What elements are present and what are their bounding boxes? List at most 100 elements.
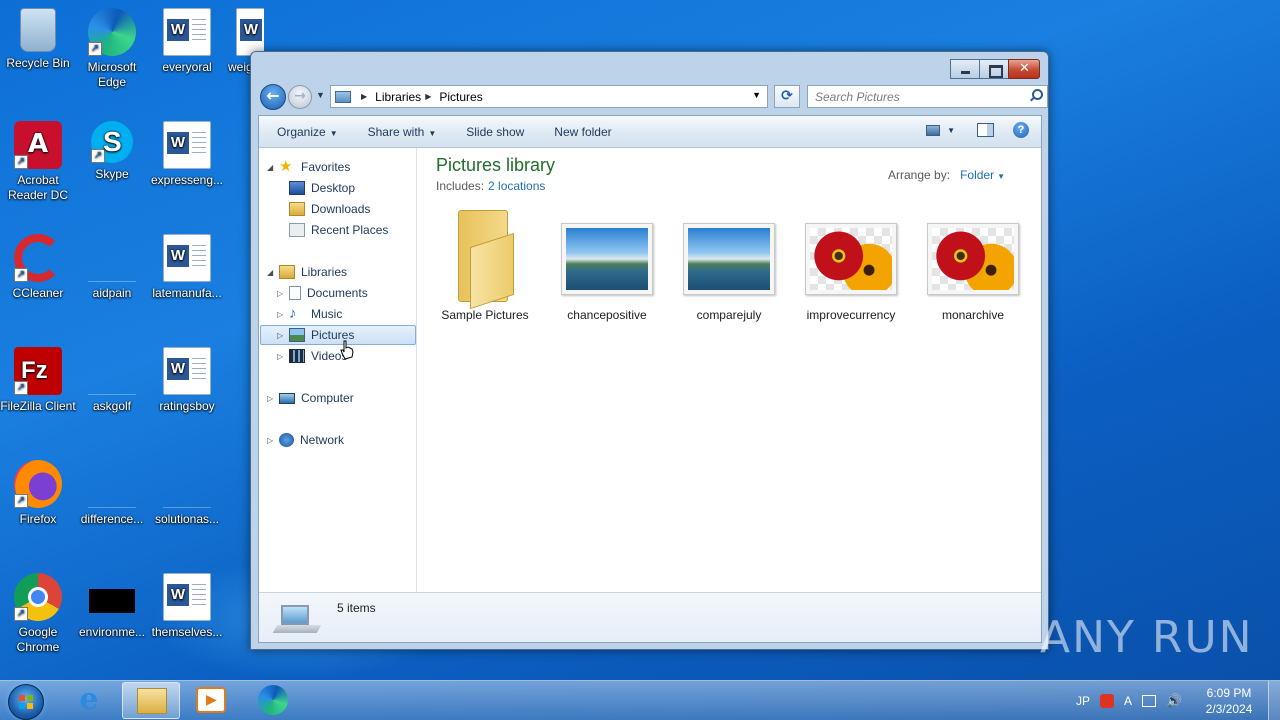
ime-mode-indicator[interactable]: A: [1124, 694, 1132, 708]
nav-label: Documents: [307, 286, 368, 300]
close-button[interactable]: [1008, 59, 1040, 79]
desktop-icon-solutionas[interactable]: solutionas...: [149, 460, 225, 527]
share-with-button[interactable]: Share with ▼: [360, 121, 445, 143]
window-controls: [950, 59, 1040, 79]
nav-label: Music: [311, 307, 343, 321]
desktop-icon-firefox[interactable]: ↗ Firefox: [0, 460, 76, 527]
show-desktop-button[interactable]: [1268, 681, 1280, 720]
taskbar-internet-explorer[interactable]: e: [60, 682, 118, 719]
collapse-arrow-icon[interactable]: ▷: [267, 394, 277, 403]
address-bar[interactable]: ▶ Libraries ▶ Pictures ▼: [330, 85, 768, 108]
desktop-icon-environme[interactable]: environme...: [74, 573, 150, 640]
file-item-monarchive[interactable]: monarchive: [918, 208, 1028, 322]
back-button[interactable]: ←: [260, 84, 286, 110]
nav-network[interactable]: ▷ Network: [267, 430, 344, 450]
expand-arrow-icon[interactable]: ◢: [267, 163, 277, 172]
nav-label: Libraries: [301, 265, 348, 279]
desktop-icon-expresseng[interactable]: expresseng...: [149, 121, 225, 188]
includes-label: Includes:: [436, 179, 485, 193]
nav-computer[interactable]: ▷ Computer: [267, 388, 354, 408]
collapse-arrow-icon[interactable]: ▷: [277, 331, 287, 340]
desktop-icon-themselves[interactable]: themselves...: [149, 573, 225, 640]
nav-videos[interactable]: ▷ Videos: [277, 346, 347, 366]
desktop-icon-edge[interactable]: ↗ Microsoft Edge: [74, 8, 150, 90]
taskbar: e JP A 🔊 6:09 PM 2/3/2024: [0, 680, 1280, 720]
organize-button[interactable]: Organize ▼: [269, 121, 346, 143]
volume-icon[interactable]: 🔊: [1166, 693, 1182, 709]
desktop-icon-latemanufa[interactable]: latemanufa...: [149, 234, 225, 301]
collapse-arrow-icon[interactable]: ▷: [277, 352, 287, 361]
help-icon[interactable]: ?: [1013, 122, 1029, 138]
word-document-icon: [163, 234, 211, 282]
collapse-arrow-icon[interactable]: ▷: [277, 289, 287, 298]
downloads-folder-icon: [289, 202, 305, 216]
search-box[interactable]: [807, 85, 1048, 108]
forward-button[interactable]: →: [288, 85, 312, 109]
more-views-dropdown-icon[interactable]: ▼: [947, 126, 955, 135]
desktop-icon-askgolf[interactable]: askgolf: [74, 347, 150, 414]
taskbar-edge[interactable]: [244, 682, 302, 719]
breadcrumb-separator-icon[interactable]: ▶: [425, 92, 431, 101]
locations-link[interactable]: 2 locations: [488, 179, 545, 193]
desktop-icon-recycle-bin[interactable]: Recycle Bin: [0, 8, 76, 71]
desktop-icon-ratingsboy[interactable]: ratingsboy: [149, 347, 225, 414]
start-button[interactable]: [8, 684, 44, 720]
expand-arrow-icon[interactable]: ◢: [267, 268, 277, 277]
nav-desktop[interactable]: Desktop: [289, 178, 355, 198]
desktop-icon-filezilla[interactable]: ↗ FileZilla Client: [0, 347, 76, 414]
blank-file-icon: [88, 347, 136, 395]
file-item-improvecurrency[interactable]: improvecurrency: [796, 208, 906, 322]
nav-music[interactable]: ▷ ♪ Music: [277, 304, 342, 324]
change-view-icon[interactable]: [926, 124, 941, 136]
file-item-comparejuly[interactable]: comparejuly: [674, 208, 784, 322]
file-item-chancepositive[interactable]: chancepositive: [552, 208, 662, 322]
search-icon[interactable]: [1029, 88, 1043, 100]
desktop-icon-everyoral[interactable]: everyoral: [149, 8, 225, 75]
desktop-icon-ccleaner[interactable]: ↗ CCleaner: [0, 234, 76, 301]
word-document-icon: [236, 8, 264, 56]
arrange-by-dropdown[interactable]: Folder ▼: [960, 168, 1005, 182]
desktop-icon-label: Recycle Bin: [6, 56, 70, 70]
language-indicator[interactable]: JP: [1076, 694, 1090, 708]
breadcrumb-pictures[interactable]: Pictures: [439, 90, 482, 104]
collapse-arrow-icon[interactable]: ▷: [267, 436, 277, 445]
security-shield-icon[interactable]: [1100, 694, 1115, 708]
nav-pictures[interactable]: ▷ Pictures: [260, 325, 416, 345]
new-folder-button[interactable]: New folder: [546, 121, 619, 143]
organize-label: Organize: [277, 124, 326, 139]
search-input[interactable]: [808, 86, 1018, 107]
breadcrumb-libraries[interactable]: Libraries: [375, 90, 421, 104]
clock[interactable]: 6:09 PM 2/3/2024: [1196, 685, 1262, 717]
nav-documents[interactable]: ▷ Documents: [277, 283, 368, 303]
word-document-icon: [163, 121, 211, 169]
taskbar-media-player[interactable]: [182, 682, 240, 719]
nav-favorites[interactable]: ◢ ★ Favorites: [267, 157, 350, 177]
desktop-icon-aidpain[interactable]: aidpain: [74, 234, 150, 301]
title-bar[interactable]: [251, 52, 1048, 84]
refresh-button[interactable]: ⟳: [774, 85, 800, 108]
taskbar-windows-explorer[interactable]: [122, 682, 180, 719]
breadcrumb-separator-icon[interactable]: ▶: [361, 92, 367, 101]
file-name: improvecurrency: [806, 308, 896, 322]
desktop-icon-chrome[interactable]: ↗ Google Chrome: [0, 573, 76, 655]
action-center-flag-icon[interactable]: [1142, 695, 1157, 707]
minimize-button[interactable]: [950, 59, 980, 79]
slide-show-button[interactable]: Slide show: [458, 121, 532, 143]
desktop-icon-label: everyoral: [162, 60, 212, 74]
anyrun-watermark: ANY RUN: [1040, 612, 1254, 663]
nav-downloads[interactable]: Downloads: [289, 199, 370, 219]
maximize-button[interactable]: [979, 59, 1009, 79]
preview-pane-icon[interactable]: [977, 123, 994, 137]
collapse-arrow-icon[interactable]: ▷: [277, 310, 287, 319]
nav-label: Recent Places: [311, 223, 389, 237]
recent-pages-dropdown[interactable]: ▼: [316, 90, 325, 100]
nav-libraries[interactable]: ◢ Libraries: [267, 262, 347, 282]
desktop-icon-skype[interactable]: ↗ Skype: [74, 121, 150, 182]
file-list-pane: Pictures library Includes: 2 locations Ar…: [417, 148, 1041, 592]
file-item-sample-pictures[interactable]: Sample Pictures: [430, 208, 540, 322]
address-dropdown-icon[interactable]: ▼: [752, 90, 761, 100]
desktop-icon-difference[interactable]: difference...: [74, 460, 150, 527]
nav-recent-places[interactable]: Recent Places: [289, 220, 388, 240]
desktop-icon-acrobat[interactable]: ↗ Acrobat Reader DC: [0, 121, 76, 203]
desktop-icon-label: Firefox: [19, 512, 57, 526]
